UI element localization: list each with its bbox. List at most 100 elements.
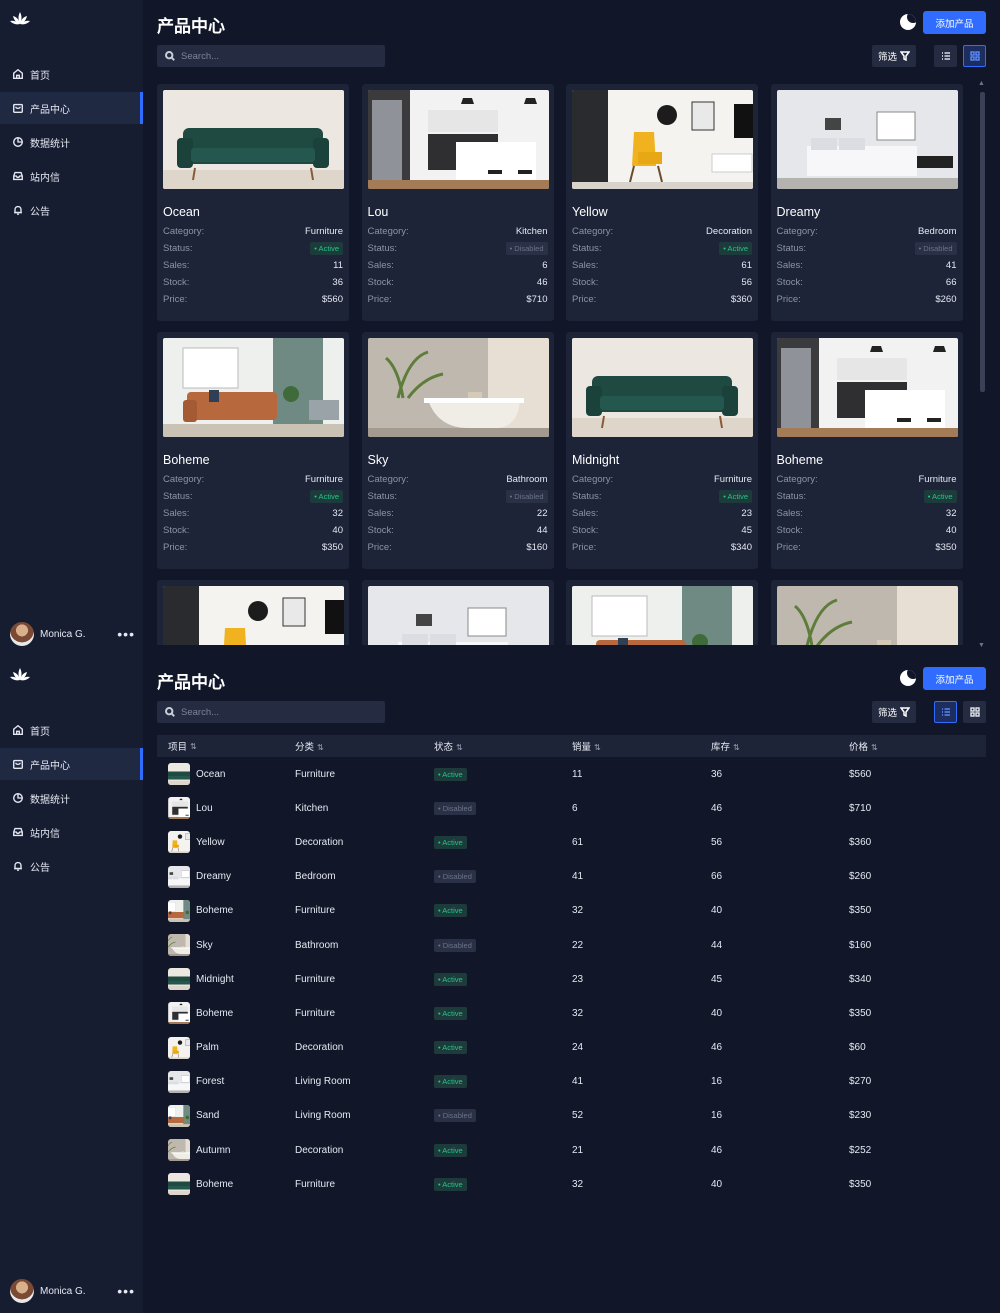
sidebar-item-5[interactable]: 公告: [0, 194, 143, 226]
column-header[interactable]: 销量 ⇅: [572, 739, 711, 753]
sales-cell: 11: [572, 768, 583, 780]
sort-icon[interactable]: ⇅: [317, 743, 324, 752]
sidebar-item-3[interactable]: 数据统计: [0, 126, 143, 158]
sidebar-item-1[interactable]: 首页: [0, 58, 143, 90]
column-header[interactable]: 库存 ⇅: [711, 739, 849, 753]
table-row[interactable]: Yellow Decoration • Active 61 56 $360: [157, 825, 986, 859]
scroll-up-icon[interactable]: ▲: [978, 80, 985, 87]
filter-button[interactable]: 筛选: [872, 701, 916, 723]
stock-cell: 45: [711, 973, 723, 985]
product-card[interactable]: Midnight Category: Furniture Status: • Activ…: [566, 332, 758, 569]
product-image[interactable]: [572, 586, 753, 645]
column-header[interactable]: 价格 ⇅: [849, 739, 986, 753]
product-image[interactable]: [776, 586, 958, 645]
product-image[interactable]: [367, 586, 549, 645]
table-row[interactable]: Sky Bathroom • Disabled 22 44 $160: [157, 928, 986, 962]
category-value: Bedroom: [917, 226, 957, 237]
product-card[interactable]: PalmCategory:DecorationStatus:• ActiveSa…: [157, 580, 349, 645]
table-row[interactable]: Autumn Decoration • Active 21 46 $252: [157, 1133, 986, 1167]
product-image[interactable]: [163, 338, 344, 437]
dark-mode-moon-icon[interactable]: [900, 14, 916, 30]
product-sales-row: Sales: 61: [572, 257, 752, 274]
sales-cell: 32: [572, 1178, 584, 1190]
product-card[interactable]: AutumnCategory:DecorationStatus:• Active…: [770, 580, 963, 645]
sort-icon[interactable]: ⇅: [733, 743, 740, 752]
table-row[interactable]: Dreamy Bedroom • Disabled 41 66 $260: [157, 860, 986, 894]
more-icon[interactable]: •••: [117, 1283, 135, 1299]
sidebar-item-2[interactable]: 产品中心: [0, 92, 143, 124]
sales-cell: 24: [572, 1042, 584, 1054]
product-card[interactable]: ForestCategory:Living RoomStatus:• Activ…: [361, 580, 554, 645]
add-product-button[interactable]: 添加产品: [923, 667, 986, 690]
search-input[interactable]: [181, 706, 371, 718]
sidebar-item-2[interactable]: 产品中心: [0, 748, 143, 780]
filter-button[interactable]: 筛选: [872, 45, 916, 67]
product-card[interactable]: SandCategory:Living RoomStatus:• Disable…: [566, 580, 758, 645]
sales-cell: 41: [572, 1076, 584, 1088]
sales-cell: 32: [572, 905, 584, 917]
product-image[interactable]: [776, 90, 958, 189]
home-icon: [13, 68, 23, 79]
column-header[interactable]: 分类 ⇅: [295, 739, 434, 753]
product-name: Boheme: [196, 1178, 234, 1190]
sort-icon[interactable]: ⇅: [190, 742, 197, 751]
table-row[interactable]: Midnight Furniture • Active 23 45 $340: [157, 962, 986, 996]
sort-icon[interactable]: ⇅: [871, 743, 878, 752]
table-row[interactable]: Forest Living Room • Active 41 16 $270: [157, 1065, 986, 1099]
product-image[interactable]: [367, 90, 549, 189]
scrollbar-thumb[interactable]: [980, 92, 985, 392]
product-card[interactable]: Boheme Category: Furniture Status: • Active S…: [157, 332, 349, 569]
price-cell: $710: [849, 802, 872, 814]
product-image[interactable]: [572, 90, 753, 189]
search-icon: [165, 707, 175, 717]
product-image[interactable]: [163, 90, 344, 189]
product-card[interactable]: Yellow Category: Decoration Status: • Active…: [566, 84, 758, 321]
status-badge: • Active: [719, 490, 752, 503]
product-image[interactable]: [367, 338, 549, 437]
sort-icon[interactable]: ⇅: [594, 743, 601, 752]
product-name: Lou: [196, 802, 213, 814]
sales-value: 61: [741, 260, 752, 271]
product-card[interactable]: Boheme Category: Furniture Status: • Active S…: [770, 332, 963, 569]
table-row[interactable]: Boheme Furniture • Active 32 40 $350: [157, 894, 986, 928]
sort-icon[interactable]: ⇅: [456, 743, 463, 752]
avatar[interactable]: [10, 1279, 34, 1303]
product-image[interactable]: [776, 338, 958, 437]
search-input[interactable]: [181, 50, 371, 62]
scrollbar[interactable]: ▲ ▼: [978, 80, 986, 649]
sidebar-item-4[interactable]: 站内信: [0, 816, 143, 848]
table-row[interactable]: Boheme Furniture • Active 32 40 $350: [157, 996, 986, 1030]
grid-view-button[interactable]: [963, 701, 986, 723]
more-icon[interactable]: •••: [117, 626, 135, 642]
sidebar-item-5[interactable]: 公告: [0, 850, 143, 882]
sidebar-item-4[interactable]: 站内信: [0, 160, 143, 192]
user-profile[interactable]: Monica G. •••: [10, 622, 135, 646]
table-row[interactable]: Ocean Furniture • Active 11 36 $560: [157, 757, 986, 791]
sidebar-item-3[interactable]: 数据统计: [0, 782, 143, 814]
grid-view-button[interactable]: [963, 45, 986, 67]
product-card[interactable]: Sky Category: Bathroom Status: • Disabled Sal…: [361, 332, 554, 569]
table-row[interactable]: Lou Kitchen • Disabled 6 46 $710: [157, 791, 986, 825]
table-row[interactable]: Sand Living Room • Disabled 52 16 $230: [157, 1099, 986, 1133]
avatar[interactable]: [10, 622, 34, 646]
category-value: Furniture: [304, 226, 343, 237]
add-product-button[interactable]: 添加产品: [923, 11, 986, 34]
product-category-row: Category: Bathroom: [368, 471, 548, 488]
column-header[interactable]: 状态 ⇅: [434, 739, 572, 753]
product-image[interactable]: [572, 338, 753, 437]
product-card[interactable]: Ocean Category: Furniture Status: • Active Sa…: [157, 84, 349, 321]
product-name: Boheme: [163, 453, 210, 467]
scroll-down-icon[interactable]: ▼: [978, 642, 985, 649]
product-card[interactable]: Lou Category: Kitchen Status: • Disabled Sale…: [361, 84, 554, 321]
column-header[interactable]: 项目 ⇅: [157, 739, 295, 754]
table-row[interactable]: Boheme Furniture • Active 32 40 $350: [157, 1167, 986, 1201]
category-value: Furniture: [713, 474, 752, 485]
product-image[interactable]: [163, 586, 344, 645]
sidebar-item-1[interactable]: 首页: [0, 714, 143, 746]
product-card[interactable]: Dreamy Category: Bedroom Status: • Disabled S…: [770, 84, 963, 321]
list-view-button[interactable]: [934, 45, 957, 67]
dark-mode-moon-icon[interactable]: [900, 670, 916, 686]
list-view-button[interactable]: [934, 701, 957, 723]
table-row[interactable]: Palm Decoration • Active 24 46 $60: [157, 1031, 986, 1065]
user-profile[interactable]: Monica G. •••: [10, 1279, 135, 1303]
